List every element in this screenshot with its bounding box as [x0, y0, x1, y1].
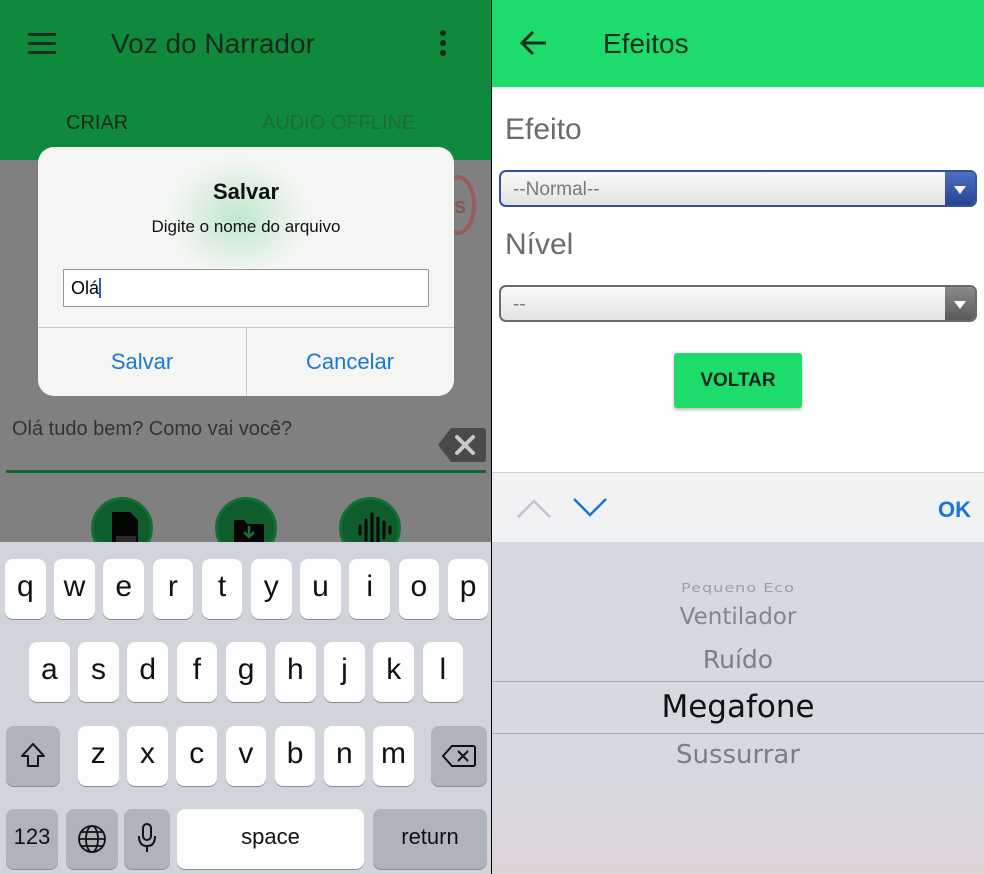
picker-item[interactable]: Pequeno Eco — [492, 580, 984, 595]
keyboard: qwertyuiop asdfghjkl zxcvbnm 123 space r… — [0, 542, 491, 874]
level-label: Nível — [505, 228, 574, 261]
app-title: Voz do Narrador — [111, 28, 315, 59]
microphone-icon[interactable] — [124, 809, 170, 869]
text-to-speak[interactable]: Olá tudo bem? Como vai você? — [12, 418, 292, 441]
backspace-key[interactable] — [431, 726, 487, 786]
text-field-underline — [6, 470, 486, 473]
key-d[interactable]: d — [127, 642, 168, 702]
key-z[interactable]: z — [78, 726, 119, 786]
chevron-down-icon — [945, 287, 975, 320]
dialog-title: Salvar — [212, 179, 280, 204]
back-arrow-icon[interactable] — [520, 30, 548, 56]
filename-value: Olá — [71, 278, 100, 298]
level-select[interactable]: -- — [499, 285, 977, 322]
text-cursor — [99, 278, 102, 298]
picker-item-selected[interactable]: Megafone — [492, 689, 984, 725]
chevron-down-icon — [945, 172, 975, 205]
tab-criar[interactable]: CRIAR — [66, 112, 128, 135]
key-g[interactable]: g — [225, 642, 267, 702]
key-k[interactable]: k — [373, 642, 414, 702]
back-button[interactable]: VOLTAR — [674, 353, 802, 408]
key-c[interactable]: c — [176, 726, 217, 786]
key-j[interactable]: j — [324, 642, 365, 702]
more-vert-icon[interactable] — [438, 30, 448, 58]
effect-select-value: --Normal-- — [513, 179, 600, 200]
picker-item[interactable]: Ventilador — [492, 604, 984, 630]
picker-item[interactable]: Sussurrar — [492, 740, 984, 770]
cancel-button[interactable]: Cancelar — [246, 327, 454, 396]
badge-text: s — [454, 193, 467, 218]
key-l[interactable]: l — [422, 642, 464, 702]
right-screen: Efeitos Efeito --Normal-- Nível -- VOLTA… — [492, 0, 984, 874]
picker-item[interactable]: Ruído — [492, 645, 984, 674]
key-e[interactable]: e — [103, 559, 144, 619]
key-y[interactable]: y — [251, 559, 292, 619]
effect-picker-wheel[interactable]: Pequeno Eco Ventilador Ruído Megafone Su… — [492, 542, 984, 874]
key-h[interactable]: h — [275, 642, 316, 702]
key-m[interactable]: m — [373, 726, 414, 786]
numbers-key[interactable]: 123 — [6, 809, 58, 869]
chevron-down-icon[interactable] — [572, 497, 608, 519]
shift-key[interactable] — [6, 726, 60, 786]
key-o[interactable]: o — [398, 559, 440, 619]
save-button[interactable]: Salvar — [38, 327, 246, 396]
key-i[interactable]: i — [349, 559, 390, 619]
space-key[interactable]: space — [177, 809, 364, 869]
key-n[interactable]: n — [324, 726, 365, 786]
key-b[interactable]: b — [274, 726, 316, 786]
return-key[interactable]: return — [373, 809, 487, 869]
key-p[interactable]: p — [447, 559, 489, 619]
tab-audio-offline[interactable]: AUDIO OFFLINE — [262, 112, 415, 135]
key-q[interactable]: q — [5, 559, 46, 619]
key-v[interactable]: v — [225, 726, 267, 786]
effect-label: Efeito — [505, 113, 582, 146]
key-u[interactable]: u — [300, 559, 341, 619]
key-t[interactable]: t — [201, 559, 243, 619]
key-f[interactable]: f — [176, 642, 218, 702]
key-r[interactable]: r — [152, 559, 194, 619]
app-bar: Voz do Narrador CRIAR AUDIO OFFLINE — [0, 0, 491, 160]
effects-app-bar: Efeitos — [492, 0, 984, 87]
dialog-message: Digite o nome do arquivo — [151, 217, 341, 236]
page-title: Efeitos — [603, 28, 689, 59]
chevron-up-icon[interactable] — [516, 497, 552, 519]
clear-text-icon[interactable] — [437, 426, 487, 464]
level-select-value: -- — [513, 294, 526, 315]
picker-toolbar: OK — [492, 472, 984, 542]
filename-input[interactable]: Olá — [63, 269, 429, 307]
hamburger-menu-icon[interactable] — [28, 33, 58, 55]
key-w[interactable]: w — [54, 559, 95, 619]
key-a[interactable]: a — [29, 642, 70, 702]
globe-icon[interactable] — [66, 809, 118, 869]
ok-button[interactable]: OK — [938, 497, 971, 523]
effect-select[interactable]: --Normal-- — [499, 170, 977, 207]
key-s[interactable]: s — [78, 642, 119, 702]
key-x[interactable]: x — [127, 726, 168, 786]
left-screen: Voz do Narrador CRIAR AUDIO OFFLINE s Ol… — [0, 0, 491, 874]
save-dialog: Salvar Digite o nome do arquivo Olá Salv… — [38, 147, 454, 396]
